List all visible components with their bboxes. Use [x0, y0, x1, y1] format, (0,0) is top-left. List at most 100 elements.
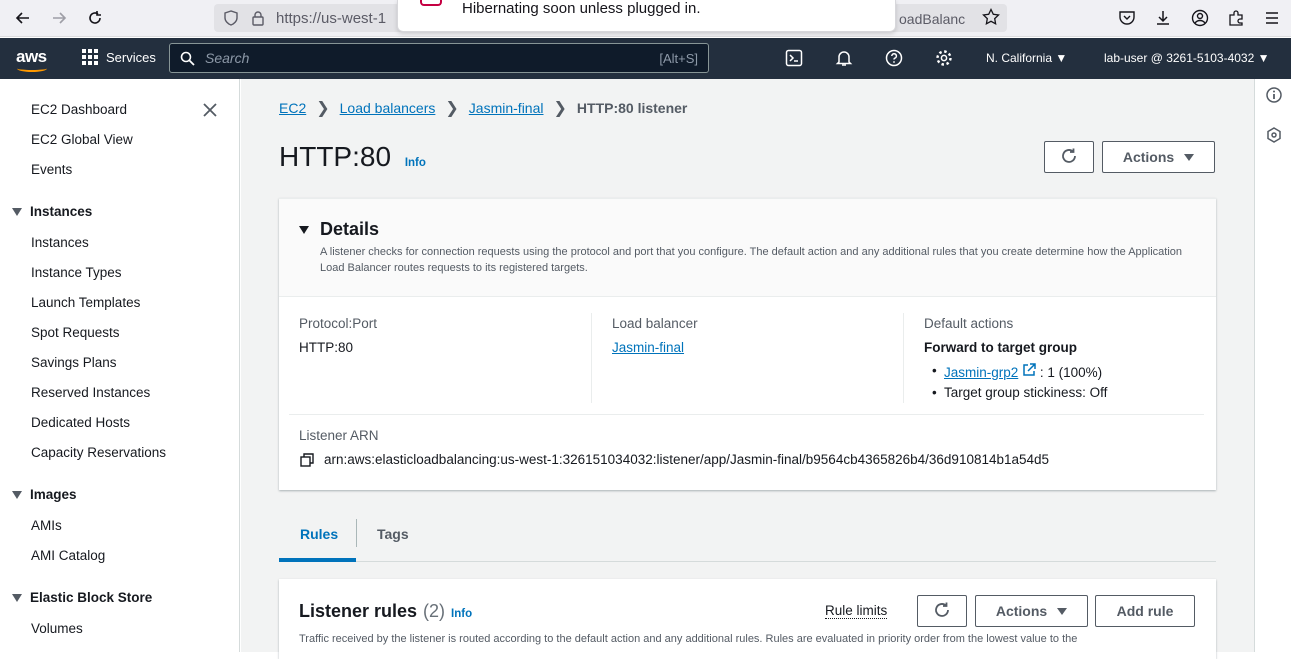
- listener-rules-count: (2): [423, 601, 446, 621]
- notification-popup: Hibernating soon unless plugged in.: [397, 0, 896, 32]
- sidebar-item-reserved-instances[interactable]: Reserved Instances: [31, 385, 150, 400]
- sidebar-item-amis[interactable]: AMIs: [31, 518, 62, 533]
- sidebar-item-events[interactable]: Events: [31, 162, 72, 177]
- active-tab-indicator: [279, 558, 356, 562]
- section-label: Images: [30, 487, 77, 502]
- actions-label: Actions: [995, 603, 1048, 619]
- sidebar-item-savings-plans[interactable]: Savings Plans: [31, 355, 117, 370]
- row-divider: [289, 414, 1204, 415]
- listener-arn-label: Listener ARN: [299, 428, 379, 443]
- back-icon[interactable]: [11, 6, 35, 30]
- rules-refresh-button[interactable]: [917, 595, 967, 627]
- sidebar-item-volumes[interactable]: Volumes: [31, 621, 83, 636]
- listener-rules-description: Traffic received by the listener is rout…: [299, 633, 1078, 645]
- actions-button[interactable]: Actions: [1102, 141, 1215, 173]
- target-group-item: Jasmin-grp2 : 1 (100%): [932, 363, 1102, 380]
- protocol-port-value: HTTP:80: [299, 340, 354, 355]
- external-link-icon[interactable]: [1022, 363, 1040, 380]
- sidebar-item-instances[interactable]: Instances: [31, 235, 89, 250]
- caret-down-icon: [1184, 153, 1195, 161]
- sidebar-item-dedicated-hosts[interactable]: Dedicated Hosts: [31, 415, 130, 430]
- expand-caret-icon: [12, 490, 22, 499]
- listener-rules-panel: Listener rules (2) Info Rule limits Acti…: [279, 579, 1216, 659]
- sidebar-item-launch-templates[interactable]: Launch Templates: [31, 295, 140, 310]
- tab-rules[interactable]: Rules: [300, 526, 338, 542]
- rule-limits-link[interactable]: Rule limits: [825, 603, 888, 619]
- downloads-icon[interactable]: [1154, 9, 1172, 32]
- load-balancer-label: Load balancer: [612, 316, 698, 331]
- forward-icon[interactable]: [47, 6, 71, 30]
- sidebar-section-ebs[interactable]: Elastic Block Store: [12, 590, 152, 605]
- details-toggle[interactable]: Details: [299, 219, 379, 240]
- chevron-right-icon: ❯: [445, 100, 459, 117]
- sidebar-item-ami-catalog[interactable]: AMI Catalog: [31, 548, 105, 563]
- listener-arn-value: arn:aws:elasticloadbalancing:us-west-1:3…: [324, 452, 1050, 467]
- refresh-button[interactable]: [1044, 141, 1094, 173]
- caret-down-icon: [1057, 607, 1068, 615]
- section-label: Instances: [30, 204, 93, 219]
- main-content: EC2 ❯ Load balancers ❯ Jasmin-final ❯ HT…: [241, 79, 1254, 659]
- default-actions-heading: Forward to target group: [924, 340, 1077, 355]
- details-header: Details A listener checks for connection…: [279, 199, 1216, 297]
- search-placeholder: Search: [205, 50, 250, 66]
- sidebar-item-ec2-dashboard[interactable]: EC2 Dashboard: [31, 102, 127, 117]
- tutorials-icon[interactable]: [1266, 127, 1282, 148]
- battery-warning-icon: [420, 0, 442, 6]
- close-icon[interactable]: [201, 101, 219, 119]
- tab-tags[interactable]: Tags: [377, 526, 409, 542]
- target-group-link[interactable]: Jasmin-grp2: [944, 365, 1018, 380]
- services-label: Services: [106, 49, 156, 65]
- load-balancer-link[interactable]: Jasmin-final: [612, 340, 684, 355]
- aws-top-nav: aws Services Search [Alt+S] N. Californi…: [0, 38, 1291, 79]
- column-divider: [591, 313, 592, 403]
- search-icon: [180, 51, 195, 71]
- breadcrumb: EC2 ❯ Load balancers ❯ Jasmin-final ❯ HT…: [279, 98, 687, 118]
- search-input[interactable]: Search [Alt+S]: [169, 43, 709, 73]
- add-rule-button[interactable]: Add rule: [1095, 595, 1195, 627]
- info-link[interactable]: Info: [405, 157, 426, 169]
- region-label: N. California: [986, 51, 1053, 65]
- account-menu[interactable]: lab-user @ 3261-5103-4032 ▼: [1104, 51, 1270, 65]
- aws-logo-smile: [17, 65, 47, 72]
- sidebar: EC2 Dashboard EC2 Global View Events Ins…: [0, 79, 240, 652]
- info-link[interactable]: Info: [451, 608, 472, 620]
- pocket-icon[interactable]: [1118, 9, 1136, 32]
- menu-icon[interactable]: [1263, 9, 1281, 32]
- extensions-icon[interactable]: [1227, 9, 1245, 32]
- info-panel-icon[interactable]: [1266, 87, 1282, 108]
- breadcrumb-jasmin-final[interactable]: Jasmin-final: [469, 100, 544, 116]
- stickiness-item: Target group stickiness: Off: [932, 385, 1107, 400]
- actions-label: Actions: [1122, 149, 1175, 165]
- rules-actions-button[interactable]: Actions: [975, 595, 1088, 627]
- refresh-icon: [933, 601, 951, 622]
- sidebar-item-spot-requests[interactable]: Spot Requests: [31, 325, 120, 340]
- reload-icon[interactable]: [83, 6, 107, 30]
- notifications-bell-icon[interactable]: [834, 48, 854, 68]
- account-icon[interactable]: [1191, 9, 1209, 32]
- url-text: https://us-west-1: [276, 10, 387, 27]
- listener-rules-title: Listener rules: [299, 601, 418, 621]
- bookmark-star-icon[interactable]: [982, 7, 1000, 31]
- sidebar-item-ec2-global-view[interactable]: EC2 Global View: [31, 132, 133, 147]
- sidebar-section-images[interactable]: Images: [12, 487, 77, 502]
- sidebar-item-instance-types[interactable]: Instance Types: [31, 265, 122, 280]
- cloudshell-icon[interactable]: [784, 48, 804, 68]
- aws-logo[interactable]: aws: [16, 47, 47, 67]
- settings-gear-icon[interactable]: [934, 48, 954, 68]
- account-label: lab-user @ 3261-5103-4032: [1104, 51, 1255, 65]
- breadcrumb-ec2[interactable]: EC2: [279, 100, 306, 116]
- collapse-caret-icon: [299, 225, 309, 234]
- expand-caret-icon: [12, 593, 22, 602]
- breadcrumb-load-balancers[interactable]: Load balancers: [340, 100, 436, 116]
- tab-divider: [356, 519, 357, 547]
- listener-rules-title-row: Listener rules (2) Info: [299, 601, 472, 622]
- details-title: Details: [320, 219, 380, 239]
- services-menu[interactable]: Services: [82, 49, 156, 65]
- help-icon[interactable]: [884, 48, 904, 68]
- breadcrumb-current: HTTP:80 listener: [576, 100, 688, 116]
- copy-icon[interactable]: [300, 453, 314, 472]
- sidebar-item-capacity-reservations[interactable]: Capacity Reservations: [31, 445, 166, 460]
- region-selector[interactable]: N. California ▼: [986, 51, 1067, 65]
- sidebar-section-instances[interactable]: Instances: [12, 204, 92, 219]
- protocol-port-label: Protocol:Port: [299, 316, 378, 331]
